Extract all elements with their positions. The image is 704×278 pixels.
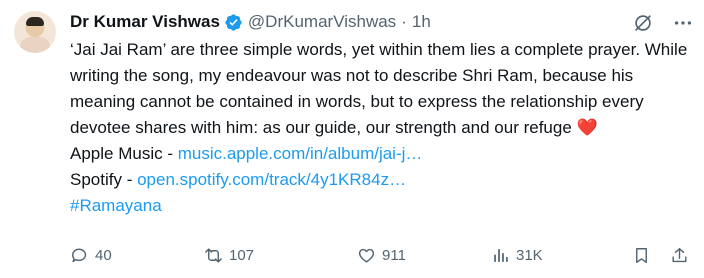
- heart-emoji: ❤️: [576, 118, 598, 137]
- author-name[interactable]: Dr Kumar Vishwas: [70, 12, 220, 32]
- like-count: 911: [382, 246, 406, 264]
- post-text: ‘Jai Jai Ram’ are three simple words, ye…: [70, 37, 696, 141]
- bookmark-icon: [636, 247, 647, 263]
- hashtag-line: #Ramayana: [70, 193, 696, 219]
- repost-button[interactable]: 107: [204, 246, 254, 265]
- grok-icon[interactable]: [632, 12, 654, 34]
- apple-music-line: Apple Music - music.apple.com/in/album/j…: [70, 141, 696, 167]
- reply-icon: [72, 248, 87, 262]
- hashtag-link[interactable]: #Ramayana: [70, 196, 162, 215]
- spotify-label: Spotify -: [70, 170, 138, 189]
- spotify-link[interactable]: open.spotify.com/track/4y1KR84z…: [137, 170, 406, 189]
- verified-badge-icon[interactable]: [224, 13, 243, 32]
- top-actions: [632, 10, 694, 36]
- post-time[interactable]: 1h: [412, 12, 431, 32]
- views-icon: [494, 248, 508, 262]
- apple-music-link[interactable]: music.apple.com/in/album/jai-j…: [178, 144, 423, 163]
- share-icon: [672, 247, 687, 262]
- spotify-line: Spotify - open.spotify.com/track/4y1KR84…: [70, 167, 696, 193]
- share-button[interactable]: [670, 246, 689, 265]
- apple-music-label: Apple Music -: [70, 144, 178, 163]
- avatar-shirt: [20, 37, 50, 53]
- retweet-icon: [205, 247, 222, 263]
- action-bar: 40 107 911 31K: [70, 243, 694, 267]
- avatar-hair: [26, 17, 44, 26]
- post-body: ‘Jai Jai Ram’ are three simple words, ye…: [70, 37, 696, 219]
- more-icon[interactable]: [672, 12, 694, 34]
- views-button[interactable]: 31K: [491, 246, 543, 265]
- like-button[interactable]: 911: [357, 246, 406, 265]
- post-header: Dr Kumar Vishwas @DrKumarVishwas · 1h: [70, 10, 431, 34]
- reply-count: 40: [95, 246, 112, 264]
- repost-count: 107: [229, 246, 255, 264]
- like-icon: [358, 248, 375, 263]
- separator-dot: ·: [401, 12, 407, 31]
- reply-button[interactable]: 40: [70, 246, 112, 265]
- avatar[interactable]: [14, 11, 56, 53]
- bookmark-button[interactable]: [632, 246, 651, 265]
- author-handle[interactable]: @DrKumarVishwas: [248, 12, 396, 32]
- views-count: 31K: [516, 246, 543, 264]
